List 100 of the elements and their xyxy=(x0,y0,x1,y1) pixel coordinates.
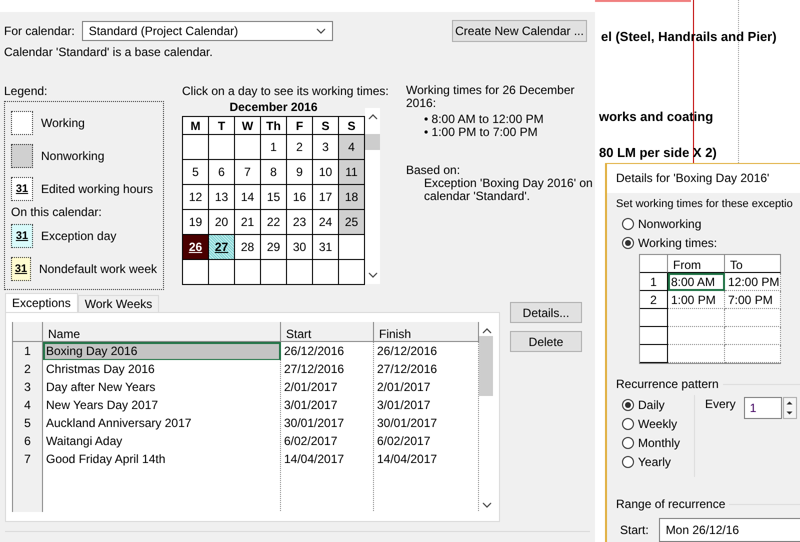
radio-option[interactable]: Daily xyxy=(622,395,694,414)
table-cell: 6/02/2017 xyxy=(374,432,479,451)
table-cell[interactable]: New Years Day 2017 xyxy=(43,396,281,415)
table-cell[interactable]: Good Friday April 14th xyxy=(43,450,281,469)
table-cell[interactable]: 7:00 PM xyxy=(725,291,781,309)
calendar-prompt: Click on a day to see its working times: xyxy=(182,84,387,98)
calendar-day[interactable]: 12 xyxy=(183,185,209,210)
chevron-up-icon xyxy=(368,114,378,120)
calendar-day[interactable]: 24 xyxy=(313,210,339,235)
legend-swatch: 31 xyxy=(11,224,33,248)
legend-swatch: 31 xyxy=(11,256,31,280)
scrollbar[interactable] xyxy=(365,108,380,284)
calendar-dropdown[interactable]: Standard (Project Calendar) xyxy=(82,21,333,41)
table-cell: 30/01/2017 xyxy=(374,414,479,433)
calendar-day[interactable] xyxy=(209,135,235,160)
table-cell[interactable]: 12:00 PM xyxy=(725,273,781,291)
calendar-day[interactable]: 15 xyxy=(261,185,287,210)
triangle-up-icon xyxy=(786,401,794,405)
calendar-day[interactable] xyxy=(287,260,313,285)
table-cell[interactable]: 8:00 AM xyxy=(668,273,725,291)
calendar-day[interactable]: 22 xyxy=(261,210,287,235)
calendar-day[interactable]: 27 xyxy=(209,235,235,260)
field-label: Start: xyxy=(620,523,649,537)
calendar-day[interactable]: 19 xyxy=(183,210,209,235)
table-cell[interactable]: Christmas Day 2016 xyxy=(43,360,281,379)
calendar-day[interactable] xyxy=(261,260,287,285)
legend-label: Legend: xyxy=(4,84,48,98)
table-cell[interactable]: Day after New Years xyxy=(43,378,281,397)
calendar-day[interactable]: 23 xyxy=(287,210,313,235)
calendar-day[interactable]: 21 xyxy=(235,210,261,235)
calendar-day[interactable] xyxy=(235,260,261,285)
legend-text: Working xyxy=(41,116,85,130)
scrollbar-thumb[interactable] xyxy=(365,134,380,150)
calendar-day[interactable]: 2 xyxy=(287,135,313,160)
calendar-day[interactable]: 8 xyxy=(261,160,287,185)
calendar-day[interactable]: 18 xyxy=(339,185,365,210)
calendar-day[interactable]: 16 xyxy=(287,185,313,210)
radio-option[interactable]: Nonworking xyxy=(622,214,800,233)
table-cell: 6/02/2017 xyxy=(281,432,374,451)
create-calendar-button[interactable]: Create New Calendar ... xyxy=(452,20,587,42)
radio-option[interactable]: Monthly xyxy=(622,433,694,452)
calendar-day[interactable]: 13 xyxy=(209,185,235,210)
calendar-day[interactable]: 14 xyxy=(235,185,261,210)
legend-text: Nondefault work week xyxy=(38,262,157,276)
calendar-day[interactable] xyxy=(209,260,235,285)
calendar-day[interactable] xyxy=(183,135,209,160)
field-label: For calendar: xyxy=(4,24,75,38)
calendar-day[interactable]: 28 xyxy=(235,235,261,260)
scrollbar-thumb[interactable] xyxy=(479,336,493,396)
table-cell: 2/01/2017 xyxy=(374,378,479,397)
table-cell[interactable]: Auckland Anniversary 2017 xyxy=(43,414,281,433)
calendar-day[interactable] xyxy=(313,260,339,285)
tab[interactable]: Exceptions xyxy=(5,293,78,312)
radio-option[interactable]: Working times: xyxy=(622,233,800,252)
calendar-day[interactable]: 26 xyxy=(183,235,209,260)
calendar-day[interactable]: 4 xyxy=(339,135,365,160)
table-cell[interactable]: 1:00 PM xyxy=(668,291,725,309)
calendar-day[interactable]: 30 xyxy=(287,235,313,260)
number-input[interactable]: 1 xyxy=(744,397,782,419)
calendar-day[interactable] xyxy=(339,235,365,260)
tab[interactable]: Work Weeks xyxy=(78,295,160,312)
radio-option[interactable]: Weekly xyxy=(622,414,694,433)
chevron-down-icon xyxy=(368,272,378,278)
group-label: Range of recurrence xyxy=(616,497,726,511)
legend-swatch xyxy=(11,144,33,168)
status-text: Calendar 'Standard' is a base calendar. xyxy=(4,45,214,59)
legend-swatch: 31 xyxy=(11,176,33,200)
calendar-day[interactable]: 5 xyxy=(183,160,209,185)
calendar-day[interactable]: 1 xyxy=(261,135,287,160)
calendar-day[interactable]: 25 xyxy=(339,210,365,235)
calendar-day[interactable]: 10 xyxy=(313,160,339,185)
column-header: Name xyxy=(43,322,281,342)
row-number: 1 xyxy=(13,342,43,361)
table-cell: 14/04/2017 xyxy=(281,450,374,469)
triangle-down-icon xyxy=(786,411,794,415)
delete-button[interactable]: Delete xyxy=(510,331,582,352)
legend-text: Exception day xyxy=(41,228,116,242)
details-button[interactable]: Details... xyxy=(510,302,582,323)
calendar-day[interactable]: 11 xyxy=(339,160,365,185)
row-number: 6 xyxy=(13,432,43,451)
calendar-day[interactable] xyxy=(339,260,365,285)
calendar-day[interactable]: 7 xyxy=(235,160,261,185)
calendar-day[interactable] xyxy=(183,260,209,285)
calendar-day[interactable]: 3 xyxy=(313,135,339,160)
calendar-day[interactable]: 9 xyxy=(287,160,313,185)
section-label: On this calendar: xyxy=(11,205,103,219)
row-number: 2 xyxy=(13,360,43,379)
calendar-day[interactable] xyxy=(235,135,261,160)
table-cell[interactable]: Boxing Day 2016 xyxy=(43,342,281,361)
calendar-day[interactable]: 17 xyxy=(313,185,339,210)
table-cell: 27/12/2016 xyxy=(374,360,479,379)
radio-option[interactable]: Yearly xyxy=(622,452,694,471)
calendar-day[interactable]: 6 xyxy=(209,160,235,185)
table-cell: 14/04/2017 xyxy=(374,450,479,469)
table-cell[interactable]: Waitangi Aday xyxy=(43,432,281,451)
calendar-day[interactable]: 20 xyxy=(209,210,235,235)
calendar-day[interactable]: 29 xyxy=(261,235,287,260)
date-field[interactable]: Mon 26/12/16 xyxy=(658,518,800,542)
calendar-day[interactable]: 31 xyxy=(313,235,339,260)
spinner-buttons[interactable] xyxy=(782,397,797,419)
